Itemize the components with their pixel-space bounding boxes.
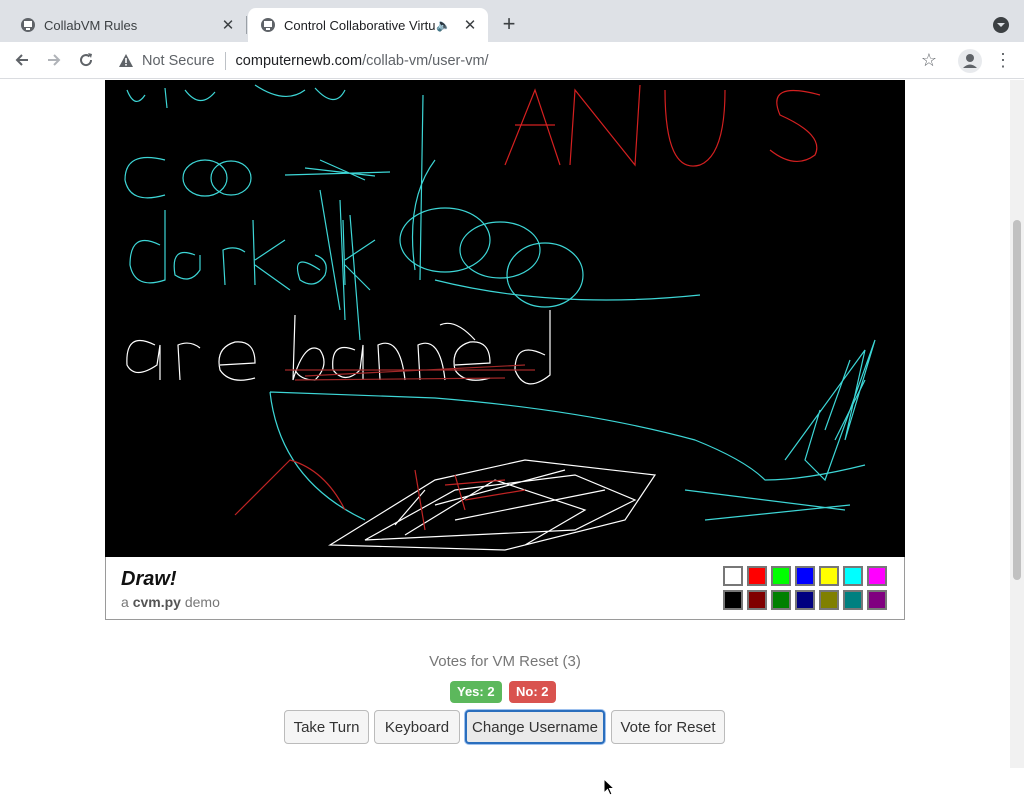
browser-toolbar: Not Secure computernewb.com/collab-vm/us… [0,42,1024,79]
color-swatch[interactable] [771,590,791,610]
drawing-canvas[interactable] [105,80,905,557]
page-content: Draw! a cvm.py demo Votes for VM Reset (… [0,80,1010,796]
color-swatch[interactable] [723,566,743,586]
color-swatch[interactable] [795,566,815,586]
take-turn-button[interactable]: Take Turn [284,710,369,744]
profile-avatar-icon[interactable] [958,49,982,73]
draw-subtitle: a cvm.py demo [121,594,220,610]
vm-screen-canvas[interactable] [105,80,905,557]
tab-collabvm-rules[interactable]: CollabVM Rules ✕ [8,8,246,42]
draw-title: Draw! [121,568,177,590]
address-bar[interactable]: Not Secure computernewb.com/collab-vm/us… [108,46,950,76]
keyboard-button[interactable]: Keyboard [374,710,460,744]
scrollbar-thumb[interactable] [1013,220,1021,580]
subtitle-brand: cvm.py [132,594,181,610]
color-swatch[interactable] [747,566,767,586]
close-tab-icon[interactable]: ✕ [216,16,240,34]
color-swatch[interactable] [723,590,743,610]
subtitle-prefix: a [121,594,129,610]
tab-title: Control Collaborative Virtu [284,17,436,33]
security-status-text[interactable]: Not Secure [142,53,215,69]
vote-for-reset-button[interactable]: Vote for Reset [611,710,725,744]
tab-separator [246,16,247,34]
color-swatch[interactable] [819,590,839,610]
tab-title: CollabVM Rules [44,17,138,33]
color-swatch[interactable] [867,566,887,586]
color-swatch[interactable] [747,590,767,610]
collabvm-favicon-icon [20,17,36,33]
tab-search-icon[interactable] [990,14,1012,36]
subtitle-suffix: demo [184,594,220,610]
page-scrollbar[interactable] [1010,80,1024,768]
change-username-button[interactable]: Change Username [465,710,605,744]
reload-icon[interactable] [72,46,100,74]
vote-reset-title: Votes for VM Reset (3) [429,653,581,670]
color-palette [723,566,891,613]
color-swatch[interactable] [843,566,863,586]
mouse-cursor-icon [603,778,615,796]
tab-strip: CollabVM Rules ✕ Control Collaborative V… [0,0,1024,42]
tab-control-collaborative[interactable]: Control Collaborative Virtu 🔈 ✕ [248,8,488,42]
forward-arrow-icon[interactable] [40,46,68,74]
no-votes-badge: No: 2 [509,681,556,703]
yes-votes-badge: Yes: 2 [450,681,502,703]
color-swatch[interactable] [843,590,863,610]
warning-triangle-icon[interactable] [118,53,134,69]
url-host: computernewb.com [235,53,363,69]
close-tab-icon[interactable]: ✕ [458,16,482,34]
color-swatch[interactable] [771,566,791,586]
draw-toolbar: Draw! a cvm.py demo [105,557,905,620]
color-swatch[interactable] [867,590,887,610]
collabvm-favicon-icon [260,17,276,33]
new-tab-button[interactable]: + [496,12,522,38]
audio-playing-icon[interactable]: 🔈 [436,18,452,32]
color-swatch[interactable] [795,590,815,610]
omnibox-divider [224,52,226,70]
bookmark-star-icon[interactable]: ☆ [918,50,940,72]
color-swatch[interactable] [819,566,839,586]
more-menu-icon[interactable]: ⋮ [994,50,1012,72]
back-arrow-icon[interactable] [8,46,36,74]
url-path: /collab-vm/user-vm/ [362,53,489,69]
